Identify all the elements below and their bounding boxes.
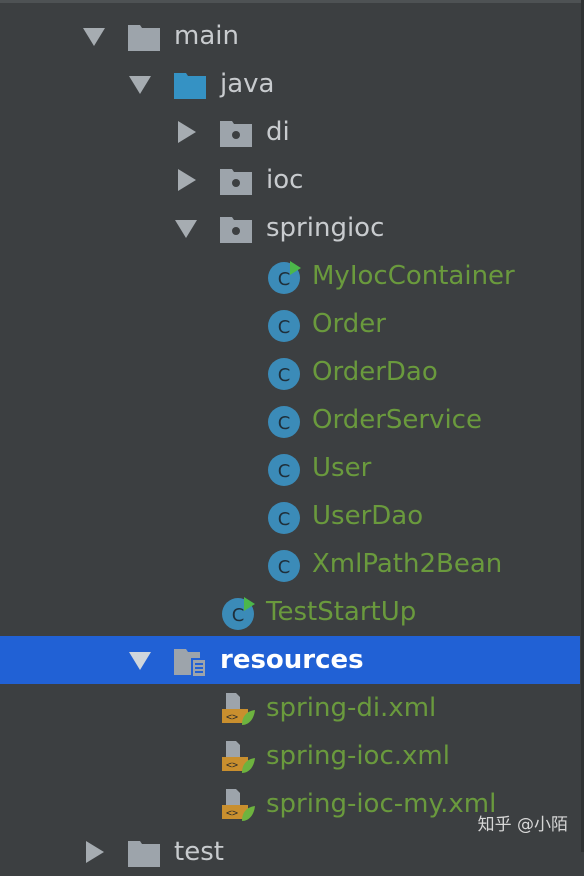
svg-text:C: C	[278, 509, 291, 530]
tree-node-label: TestStartUp	[266, 597, 417, 627]
tree-node-resources[interactable]: resources	[0, 636, 580, 684]
tree-node-label: java	[220, 69, 275, 99]
tree-node-label: XmlPath2Bean	[312, 549, 503, 579]
chevron-right-icon[interactable]	[174, 120, 198, 144]
tree-node-label: spring-ioc-my.xml	[266, 789, 497, 819]
tree-node-springioc[interactable]: springioc	[0, 204, 584, 252]
class-icon: C	[268, 550, 300, 582]
watermark: 知乎 @小陌	[477, 815, 568, 835]
tree-node-label: main	[174, 21, 239, 51]
tree-node-label: spring-di.xml	[266, 693, 437, 723]
tree-node-main[interactable]: main	[0, 12, 584, 60]
folder-icon	[128, 841, 160, 867]
tree-node-class[interactable]: C OrderService	[0, 396, 584, 444]
tree-node-class[interactable]: C MyIocContainer	[0, 252, 584, 300]
tree-node-label: test	[174, 837, 224, 867]
class-icon: C	[268, 358, 300, 390]
svg-text:<>: <>	[226, 808, 238, 819]
svg-text:C: C	[278, 461, 291, 482]
tree-node-label: OrderService	[312, 405, 482, 435]
tree-node-ioc[interactable]: ioc	[0, 156, 584, 204]
tree-node-class[interactable]: C User	[0, 444, 584, 492]
spring-xml-icon: <>	[222, 693, 255, 725]
chevron-down-icon[interactable]	[82, 24, 106, 48]
tree-node-class[interactable]: C UserDao	[0, 492, 584, 540]
tree-node-test[interactable]: test	[0, 828, 584, 876]
package-icon	[220, 121, 252, 147]
spring-xml-icon: <>	[222, 741, 255, 773]
svg-text:<>: <>	[226, 712, 238, 723]
svg-text:C: C	[278, 413, 291, 434]
tree-node-xml[interactable]: <> spring-ioc.xml	[0, 732, 584, 780]
tree-node-teststartup[interactable]: C TestStartUp	[0, 588, 584, 636]
tree-node-label: spring-ioc.xml	[266, 741, 450, 771]
svg-text:C: C	[232, 605, 245, 626]
tree-node-label: MyIocContainer	[312, 261, 515, 291]
tree-node-class[interactable]: C OrderDao	[0, 348, 584, 396]
top-border	[0, 0, 584, 3]
source-folder-icon	[174, 73, 206, 99]
tree-node-label: springioc	[266, 213, 385, 243]
tree-node-class[interactable]: C Order	[0, 300, 584, 348]
svg-text:C: C	[278, 365, 291, 386]
class-icon: C	[268, 502, 300, 534]
tree-node-class[interactable]: C XmlPath2Bean	[0, 540, 584, 588]
spring-xml-icon: <>	[222, 789, 255, 821]
chevron-down-icon[interactable]	[128, 648, 152, 672]
tree-node-java[interactable]: java	[0, 60, 584, 108]
chevron-right-icon[interactable]	[82, 840, 106, 864]
chevron-down-icon[interactable]	[174, 216, 198, 240]
folder-icon	[128, 25, 160, 51]
package-icon	[220, 169, 252, 195]
tree-node-label: ioc	[266, 165, 304, 195]
chevron-down-icon[interactable]	[128, 72, 152, 96]
tree-node-label: resources	[220, 645, 364, 675]
tree-node-di[interactable]: di	[0, 108, 584, 156]
runnable-class-icon: C	[268, 261, 301, 294]
svg-text:C: C	[278, 269, 291, 290]
tree-node-label: UserDao	[312, 501, 424, 531]
class-icon: C	[268, 310, 300, 342]
project-tree: main java di ioc springioc C MyIocContai…	[0, 12, 584, 876]
svg-text:<>: <>	[226, 760, 238, 771]
tree-node-label: User	[312, 453, 372, 483]
resources-folder-icon	[174, 649, 207, 678]
tree-node-xml[interactable]: <> spring-di.xml	[0, 684, 584, 732]
tree-node-label: Order	[312, 309, 386, 339]
svg-text:C: C	[278, 317, 291, 338]
svg-text:C: C	[278, 557, 291, 578]
package-icon	[220, 217, 252, 243]
class-icon: C	[268, 406, 300, 438]
runnable-class-icon: C	[222, 597, 255, 630]
tree-node-label: OrderDao	[312, 357, 438, 387]
chevron-right-icon[interactable]	[174, 168, 198, 192]
class-icon: C	[268, 454, 300, 486]
tree-node-label: di	[266, 117, 290, 147]
